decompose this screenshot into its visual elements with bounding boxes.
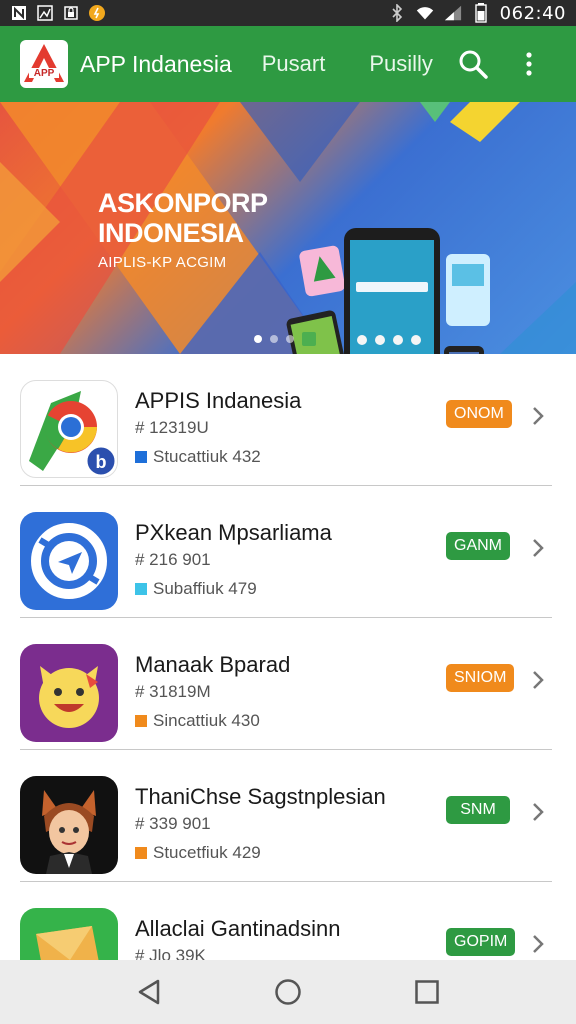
- banner-headline-1: ASKONPORP: [98, 188, 268, 218]
- status-badge[interactable]: GOPIM: [446, 928, 516, 956]
- envelope-icon: [20, 908, 118, 960]
- logo-text: APP: [33, 67, 55, 79]
- fox-person-icon: [20, 776, 118, 874]
- app-title: APP Indanesia: [80, 50, 232, 77]
- app-id: # 12319U: [135, 418, 209, 437]
- chevron-right-icon[interactable]: [528, 536, 548, 560]
- app-category: Subaffiuk 479: [135, 579, 257, 599]
- home-circle-icon[interactable]: [268, 972, 308, 1012]
- status-badge[interactable]: SNM: [446, 796, 510, 824]
- bluetooth-icon: [388, 4, 406, 22]
- pager-dot[interactable]: [270, 335, 278, 343]
- nav-link-pusilly[interactable]: Pusilly: [369, 51, 433, 77]
- app-category-label: Stucetfiuk 429: [153, 843, 261, 862]
- app-category: Sincattiuk 430: [135, 711, 260, 731]
- wifi-icon: [416, 4, 434, 22]
- category-square-icon: [135, 451, 147, 463]
- battery-icon: [472, 3, 490, 23]
- app-name: PXkean Mpsarliama: [135, 520, 332, 545]
- status-time: 062:40: [499, 2, 566, 24]
- app-category-label: Sincattiuk 430: [153, 711, 260, 730]
- app-logo[interactable]: APP: [20, 40, 68, 88]
- cat-face-icon: [20, 644, 118, 742]
- list-item[interactable]: PXkean Mpsarliama # 216 901 Subaffiuk 47…: [0, 486, 576, 618]
- app-name: APPIS Indanesia: [135, 388, 302, 413]
- n-notification-icon: [10, 4, 28, 22]
- recents-square-icon[interactable]: [407, 972, 447, 1012]
- app-name: ThaniChse Sagstnplesian: [135, 784, 386, 809]
- app-name: Manaak Bparad: [135, 652, 291, 677]
- chevron-right-icon[interactable]: [528, 800, 548, 824]
- chevron-right-icon[interactable]: [528, 932, 548, 956]
- lock-notification-icon: [62, 4, 80, 22]
- app-bar: APP APP Indanesia Pusart Pusilly: [0, 26, 576, 102]
- circle-send-icon: [20, 512, 118, 610]
- chrome-b-icon: b: [20, 380, 118, 478]
- svg-text:b: b: [96, 452, 107, 472]
- back-triangle-icon[interactable]: [129, 972, 169, 1012]
- banner-text: ASKONPORP INDONESIA AIPLIS-KP ACGIM: [98, 188, 268, 271]
- promo-banner[interactable]: ASKONPORP INDONESIA AIPLIS-KP ACGIM: [0, 102, 576, 354]
- signal-icon: [444, 4, 462, 22]
- banner-subtitle: AIPLIS-KP ACGIM: [98, 254, 227, 271]
- chevron-right-icon[interactable]: [528, 668, 548, 692]
- app-category: Stucattiuk 432: [135, 447, 261, 467]
- system-nav-bar: [0, 960, 576, 1024]
- more-vert-icon[interactable]: [511, 46, 547, 82]
- app-id: # 339 901: [135, 814, 211, 833]
- app-id: # 216 901: [135, 550, 211, 569]
- app-category-label: Subaffiuk 479: [153, 579, 257, 598]
- app-list: b APPIS Indanesia # 12319U Stucattiuk 43…: [0, 354, 576, 960]
- list-item[interactable]: ThaniChse Sagstnplesian # 339 901 Stucet…: [0, 750, 576, 882]
- chevron-right-icon[interactable]: [528, 404, 548, 428]
- app-category: Stucetfiuk 429: [135, 843, 261, 863]
- app-id: # Jlo 39K: [135, 946, 206, 960]
- image-notification-icon: [36, 4, 54, 22]
- status-badge[interactable]: SNIOM: [446, 664, 515, 692]
- banner-graphic: [0, 102, 576, 354]
- banner-headline-2: INDONESIA: [98, 218, 244, 248]
- app-id: # 31819M: [135, 682, 211, 701]
- list-item[interactable]: b APPIS Indanesia # 12319U Stucattiuk 43…: [0, 354, 576, 486]
- list-item[interactable]: Allaclai Gantinadsinn # Jlo 39K GOPIM: [0, 882, 576, 960]
- app-name: Allaclai Gantinadsinn: [135, 916, 341, 941]
- alert-notification-icon: [88, 4, 106, 22]
- pager-dot[interactable]: [286, 335, 294, 343]
- category-square-icon: [135, 583, 147, 595]
- pager-play-icon[interactable]: [302, 332, 316, 346]
- status-badge[interactable]: ONOM: [446, 400, 512, 428]
- search-icon[interactable]: [455, 46, 491, 82]
- nav-link-pusart[interactable]: Pusart: [262, 51, 326, 77]
- status-bar: 062:40: [0, 0, 576, 26]
- pager-dot[interactable]: [254, 335, 262, 343]
- category-square-icon: [135, 715, 147, 727]
- app-category-label: Stucattiuk 432: [153, 447, 261, 466]
- banner-pager: [254, 332, 316, 346]
- category-square-icon: [135, 847, 147, 859]
- status-badge[interactable]: GANM: [446, 532, 510, 560]
- list-item[interactable]: Manaak Bparad # 31819M Sincattiuk 430 SN…: [0, 618, 576, 750]
- logo-icon: [24, 44, 64, 82]
